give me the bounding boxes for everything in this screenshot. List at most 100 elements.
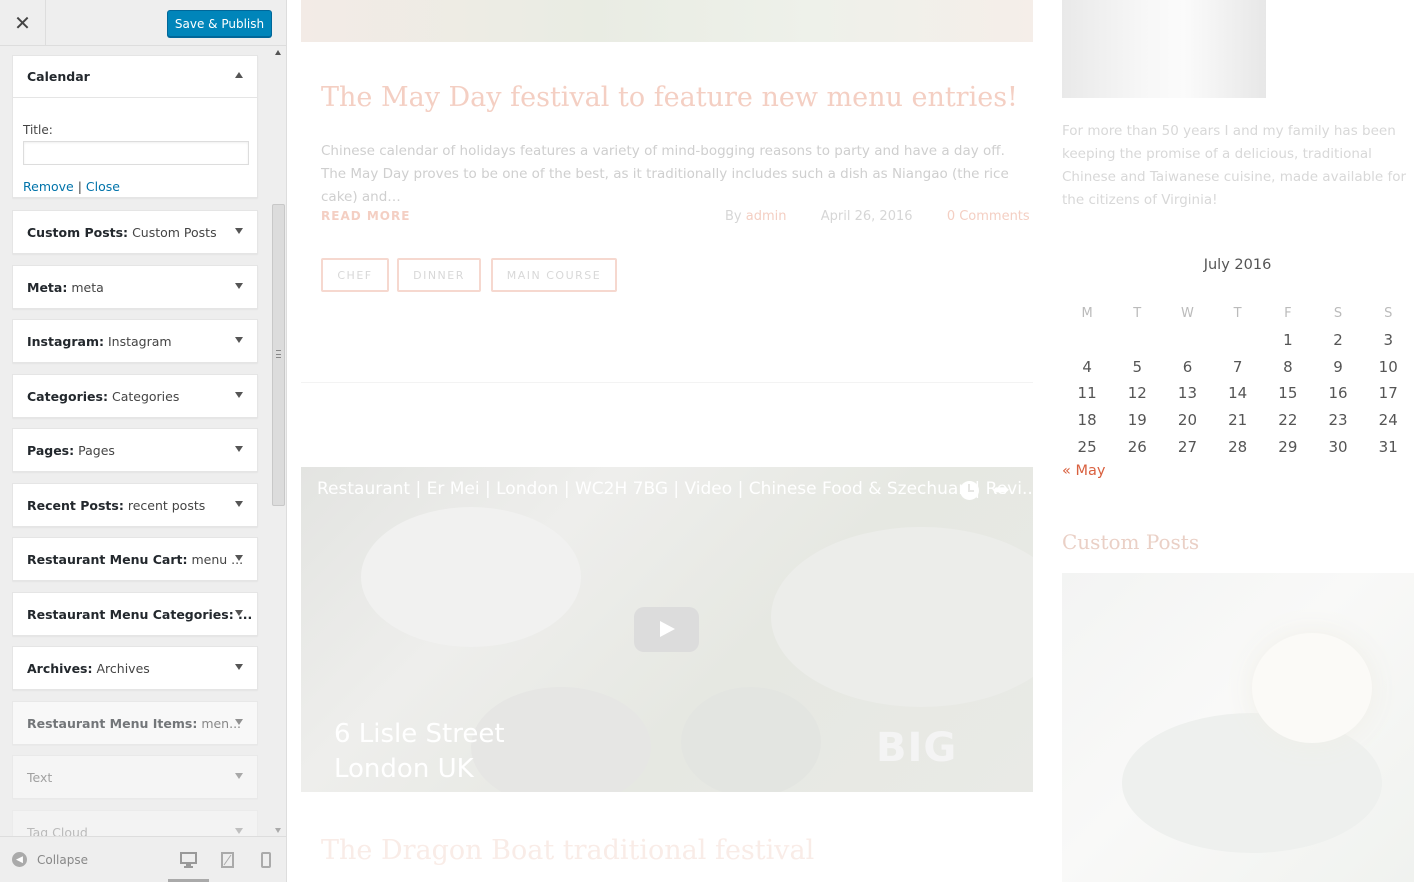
calendar-day: 24 [1378, 411, 1398, 430]
calendar-prev-link[interactable]: « May [1062, 463, 1105, 479]
mobile-icon[interactable] [261, 852, 271, 868]
calendar-day: 28 [1228, 437, 1248, 456]
scrollbar[interactable] [270, 46, 287, 836]
widget-text[interactable]: Text [12, 755, 258, 799]
expand-arrow-icon[interactable] [235, 337, 243, 343]
tag-chef[interactable]: CHEF [321, 258, 389, 292]
widget-archives[interactable]: Archives: Archives [12, 646, 258, 690]
widget-subtitle: Archives [96, 660, 150, 676]
widget-actions: Remove | Close [23, 179, 120, 194]
calendar-day [1062, 327, 1112, 354]
about-text: For more than 50 years I and my family h… [1062, 123, 1407, 208]
calendar-day: 17 [1378, 384, 1398, 403]
tag-dinner[interactable]: DINNER [397, 258, 481, 292]
tablet-icon[interactable] [221, 852, 234, 868]
share-icon[interactable]: ➦ [993, 477, 1010, 501]
expand-arrow-icon[interactable] [235, 283, 243, 289]
calendar-day: 6 [1182, 357, 1193, 376]
scroll-down-icon[interactable] [275, 828, 281, 833]
widget-title: Text [27, 769, 53, 785]
widget-title: Restaurant Menu Items: [27, 715, 198, 731]
collapse-button[interactable]: ◀ Collapse [12, 852, 88, 867]
title-input[interactable] [23, 141, 249, 165]
widget-subtitle: Pages [78, 442, 115, 458]
customizer-footer: ◀ Collapse [0, 836, 286, 882]
widget-restaurant-menu-items[interactable]: Restaurant Menu Items: men... [12, 701, 258, 745]
desktop-icon[interactable] [180, 852, 197, 868]
close-icon[interactable]: ✕ [0, 0, 46, 46]
grip-icon [276, 350, 281, 358]
widget-recent-posts[interactable]: Recent Posts: recent posts [12, 483, 258, 527]
scroll-up-icon[interactable] [275, 50, 281, 55]
collapse-label: Collapse [37, 852, 88, 867]
calendar-caption: July 2016 [1203, 257, 1272, 273]
expand-arrow-icon[interactable] [235, 828, 243, 834]
weekday-header: F [1284, 305, 1292, 321]
widget-title: Custom Posts: [27, 224, 129, 240]
expand-arrow-icon[interactable] [235, 773, 243, 779]
widget-categories[interactable]: Categories: Categories [12, 374, 258, 418]
play-icon[interactable] [634, 607, 699, 652]
weekday-header: T [1233, 305, 1242, 321]
calendar-day: 11 [1077, 384, 1097, 403]
custom-post-image[interactable] [1062, 573, 1414, 882]
tag-main-course[interactable]: MAIN COURSE [491, 258, 617, 292]
scrollbar-thumb[interactable] [272, 204, 285, 506]
widget-restaurant-menu-categories[interactable]: Restaurant Menu Categories: ... [12, 592, 258, 636]
widget-list: Calendar Title: Remove | Close Custom Po… [12, 46, 259, 836]
save-publish-button[interactable]: Save & Publish [167, 10, 272, 37]
author-link[interactable]: admin [746, 209, 787, 224]
expand-arrow-icon[interactable] [235, 719, 243, 725]
expand-arrow-icon[interactable] [235, 446, 243, 452]
widget-instagram[interactable]: Instagram: Instagram [12, 319, 258, 363]
read-more-link[interactable]: READ MORE [321, 209, 410, 223]
calendar-week: 1 2 3 [1062, 327, 1413, 354]
video-title[interactable]: Restaurant | Er Mei | London | WC2H 7BG … [317, 479, 1033, 499]
comments-link[interactable]: 0 Comments [947, 209, 1030, 224]
calendar-widget-header[interactable]: Calendar [13, 56, 257, 98]
calendar-day: 20 [1177, 411, 1198, 430]
expand-arrow-icon[interactable] [235, 228, 243, 234]
widget-title: Meta: [27, 279, 68, 295]
calendar-day: 10 [1378, 357, 1398, 376]
address-line-1: 6 Lisle Street [334, 719, 505, 749]
post-title[interactable]: The May Day festival to feature new menu… [321, 82, 1018, 113]
calendar-day: 27 [1177, 437, 1198, 456]
calendar-day: 9 [1333, 357, 1343, 376]
widget-restaurant-menu-cart[interactable]: Restaurant Menu Cart: menu ... [12, 537, 258, 581]
calendar-day: 25 [1077, 437, 1097, 456]
post-meta: By admin April 26, 2016 0 Comments [725, 209, 1030, 224]
calendar-day: 31 [1378, 437, 1398, 456]
widget-pages[interactable]: Pages: Pages [12, 428, 258, 472]
custom-posts-heading: Custom Posts [1062, 530, 1200, 554]
widget-subtitle: Categories [111, 388, 180, 404]
post-excerpt: Chinese calendar of holidays features a … [321, 143, 1009, 205]
remove-link[interactable]: Remove [23, 179, 74, 194]
video-embed[interactable]: Restaurant | Er Mei | London | WC2H 7BG … [301, 467, 1033, 792]
expand-arrow-icon[interactable] [235, 610, 243, 616]
video-logo: BIG [876, 725, 958, 771]
title-field-label: Title: [23, 123, 53, 137]
calendar-day: 29 [1278, 437, 1298, 456]
post-date: April 26, 2016 [820, 209, 913, 224]
widget-title: Instagram: [27, 333, 104, 349]
calendar-day: 16 [1328, 384, 1348, 403]
calendar-widget: Calendar Title: Remove | Close [12, 55, 258, 198]
calendar-day: 15 [1278, 384, 1298, 403]
close-link[interactable]: Close [86, 179, 120, 194]
widget-title: Tag Cloud [27, 824, 88, 837]
calendar-day: 19 [1127, 411, 1147, 430]
widget-subtitle: Custom Posts [132, 224, 217, 240]
watch-later-icon[interactable] [960, 481, 979, 500]
expand-arrow-icon[interactable] [235, 392, 243, 398]
widget-custom-posts[interactable]: Custom Posts: Custom Posts [12, 210, 258, 254]
widget-meta[interactable]: Meta: meta [12, 265, 258, 309]
address-line-2: London UK [334, 754, 474, 784]
expand-arrow-icon[interactable] [235, 555, 243, 561]
widget-tag-cloud[interactable]: Tag Cloud [12, 810, 258, 836]
expand-arrow-icon[interactable] [235, 501, 243, 507]
next-post-title[interactable]: The Dragon Boat traditional festival [321, 835, 814, 866]
expand-arrow-icon[interactable] [235, 664, 243, 670]
collapse-arrow-icon[interactable] [235, 72, 243, 78]
site-preview: The May Day festival to feature new menu… [287, 0, 1427, 882]
